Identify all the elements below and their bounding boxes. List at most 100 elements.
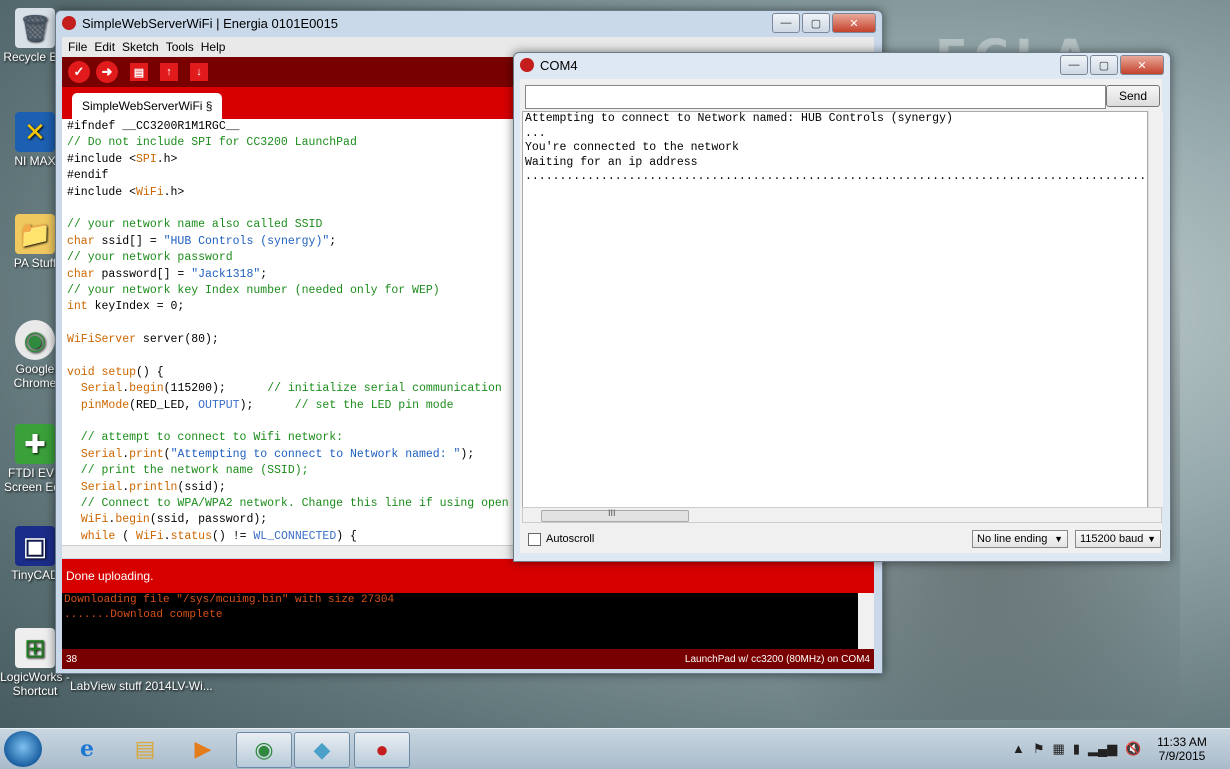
serial-output-line: Attempting to connect to Network named: …: [525, 112, 953, 125]
save-sketch-button[interactable]: ↓: [190, 63, 208, 81]
taskbar-notepad[interactable]: ◆: [294, 732, 350, 768]
code-token: Serial: [80, 480, 123, 494]
code-token: WiFi: [136, 529, 164, 543]
ni-max-icon: ✕: [15, 112, 55, 152]
code-token: (RED_LED,: [129, 398, 199, 412]
code-token: void: [67, 365, 95, 379]
show-hidden-icons-icon[interactable]: ▲: [1012, 741, 1025, 757]
start-button[interactable]: [4, 731, 42, 767]
battery-icon[interactable]: ▮: [1073, 741, 1080, 757]
taskbar: e ▤ ▶ ◉ ◆ ● ▲ ⚑ ▦ ▮ ▂▄▆ 🔇 11:33 AM 7/9/2…: [0, 728, 1230, 769]
energia-app-icon: [62, 16, 76, 30]
code-token: WiFiServer: [67, 333, 137, 347]
taskbar-chrome[interactable]: ◉: [236, 732, 292, 768]
code-token: password[] =: [94, 267, 192, 281]
windows-icon[interactable]: ▦: [1053, 741, 1065, 757]
code-token: // your network key Index number (needed…: [67, 283, 440, 297]
code-token: server(80);: [136, 333, 219, 347]
upload-button[interactable]: ➜: [96, 61, 118, 83]
scrollbar-thumb[interactable]: III: [541, 508, 689, 522]
folder-icon: ▤: [134, 736, 156, 761]
tab-simplewebserverwifi[interactable]: SimpleWebServerWiFi §: [72, 93, 223, 119]
menu-edit[interactable]: Edit: [94, 40, 115, 54]
code-token: keyIndex = 0;: [87, 300, 185, 314]
maximize-button[interactable]: ▢: [802, 13, 830, 33]
code-token: pinMode: [80, 398, 130, 412]
energia-titlebar[interactable]: SimpleWebServerWiFi | Energia 0101E0015 …: [56, 11, 882, 35]
new-sketch-button[interactable]: ▤: [130, 63, 148, 81]
menu-file[interactable]: File: [68, 40, 87, 54]
volume-muted-icon[interactable]: 🔇: [1125, 741, 1141, 757]
verify-button[interactable]: ✓: [68, 61, 90, 83]
code-token: (115200);: [163, 382, 268, 396]
console-vertical-scrollbar[interactable]: [858, 593, 874, 649]
baud-rate-select[interactable]: 115200 baud ▼: [1075, 530, 1161, 548]
serial-send-input[interactable]: [525, 85, 1106, 109]
code-token: (: [115, 529, 137, 543]
line-ending-select[interactable]: No line ending ▼: [972, 530, 1068, 548]
clock-date: 7/9/2015: [1158, 749, 1206, 763]
autoscroll-checkbox[interactable]: [528, 532, 541, 546]
board-info: LaunchPad w/ cc3200 (80MHz) on COM4: [684, 653, 870, 665]
serial-vertical-scrollbar[interactable]: [1148, 111, 1163, 507]
serial-monitor-titlebar[interactable]: COM4 — ▢ ✕: [514, 53, 1170, 77]
minimize-button[interactable]: —: [1060, 55, 1088, 75]
code-token: ;: [329, 234, 337, 248]
desktop-shortcut-labview[interactable]: LabView stuff 2014LV-Wi...: [70, 679, 213, 693]
code-token: // Connect to WPA/WPA2 network. Change t…: [67, 496, 530, 510]
code-token: // your network password: [67, 251, 233, 265]
send-button[interactable]: Send: [1106, 85, 1160, 107]
chevron-down-icon: ▼: [1147, 534, 1156, 544]
energia-window-title: SimpleWebServerWiFi | Energia 0101E0015: [82, 15, 339, 31]
baud-rate-value: 115200 baud: [1080, 533, 1144, 545]
energia-icon: ●: [375, 737, 389, 762]
minimize-button[interactable]: —: [772, 13, 800, 33]
code-token: Serial: [80, 447, 123, 461]
menu-help[interactable]: Help: [201, 40, 226, 54]
code-token: (ssid, password);: [149, 513, 268, 527]
code-token: // your network name also called SSID: [67, 218, 323, 232]
serial-monitor-window: COM4 — ▢ ✕ Send Attempting to connect to…: [513, 52, 1171, 562]
close-button[interactable]: ✕: [832, 13, 876, 33]
code-token: .h>: [156, 152, 178, 166]
chrome-icon: ◉: [254, 737, 274, 762]
taskbar-media-player[interactable]: ▶: [176, 732, 230, 766]
code-token: #endif: [67, 169, 109, 183]
code-token: (: [163, 447, 171, 461]
maximize-button[interactable]: ▢: [1090, 55, 1118, 75]
code-token: OUTPUT: [198, 398, 240, 412]
taskbar-energia[interactable]: ●: [354, 732, 410, 768]
code-token: );: [460, 447, 475, 461]
code-token: () !=: [211, 529, 254, 543]
recycle-bin-icon: 🗑: [15, 8, 55, 48]
code-token: );: [239, 398, 295, 412]
internet-explorer-icon: e: [80, 736, 94, 762]
serial-output[interactable]: Attempting to connect to Network named: …: [522, 111, 1148, 509]
code-token: // Do not include SPI for CC3200 LaunchP…: [67, 136, 357, 150]
chevron-down-icon: ▼: [1054, 534, 1063, 544]
network-signal-icon[interactable]: ▂▄▆: [1088, 741, 1117, 757]
open-sketch-button[interactable]: ↑: [160, 63, 178, 81]
code-token: // attempt to connect to Wifi network:: [67, 431, 344, 445]
code-token: // set the LED pin mode: [294, 398, 454, 412]
taskbar-clock[interactable]: 11:33 AM 7/9/2015: [1150, 735, 1214, 763]
taskbar-file-explorer[interactable]: ▤: [118, 732, 172, 766]
code-token: char: [67, 267, 95, 281]
code-token: begin: [129, 382, 164, 396]
action-center-icon[interactable]: ⚑: [1033, 741, 1045, 757]
code-token: status: [170, 529, 212, 543]
output-console: Downloading file "/sys/mcuimg.bin" with …: [62, 593, 858, 649]
serial-output-line: Waiting for an ip address: [525, 155, 698, 169]
menu-sketch[interactable]: Sketch: [122, 40, 159, 54]
autoscroll-label: Autoscroll: [546, 533, 595, 545]
code-token: #include <: [67, 185, 137, 199]
status-text: Done uploading.: [66, 569, 154, 583]
board-status-bar: 38 LaunchPad w/ cc3200 (80MHz) on COM4: [62, 649, 874, 669]
serial-horizontal-scrollbar[interactable]: III: [522, 507, 1162, 523]
serial-output-line: ...: [525, 126, 546, 140]
serial-output-line: You're connected to the network: [525, 141, 739, 154]
taskbar-internet-explorer[interactable]: e: [60, 732, 114, 766]
menu-tools[interactable]: Tools: [166, 40, 194, 54]
close-button[interactable]: ✕: [1120, 55, 1164, 75]
